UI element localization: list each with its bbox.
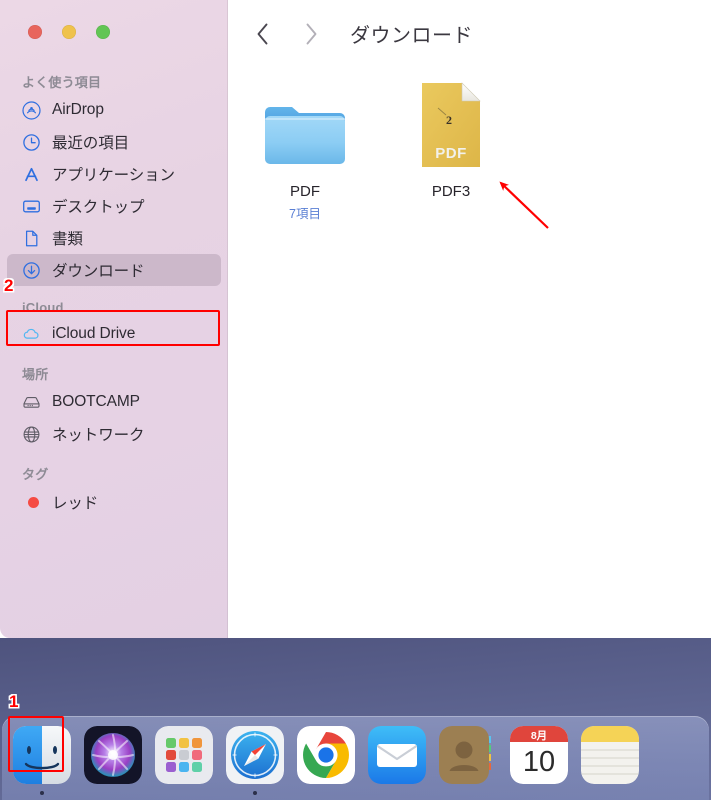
finder-sidebar: よく使う項目 AirDrop 最近の項目 アプリケーション デスクトップ 書類 …: [0, 0, 228, 638]
applications-icon: [22, 165, 41, 184]
clock-icon: [22, 133, 41, 152]
svg-text:PDF: PDF: [435, 145, 467, 162]
sidebar-item-applications[interactable]: アプリケーション: [7, 158, 221, 190]
sidebar-section-favorites-header: よく使う項目: [22, 75, 102, 90]
file-item-folder[interactable]: PDF 7項目: [244, 78, 366, 222]
desktop-icon: [22, 197, 41, 216]
sidebar-item-label: デスクトップ: [52, 199, 145, 216]
cloud-icon: [22, 325, 41, 344]
sidebar-item-label: 最近の項目: [52, 135, 130, 152]
sidebar-item-label: ダウンロード: [52, 263, 145, 280]
chrome-icon: [297, 726, 355, 784]
launchpad-icon: [155, 726, 213, 784]
contacts-icon: [439, 726, 497, 784]
minimize-button[interactable]: [62, 25, 76, 39]
sidebar-item-tag-red[interactable]: レッド: [7, 486, 221, 518]
dock-item-mail[interactable]: [365, 723, 429, 787]
finder-window: よく使う項目 AirDrop 最近の項目 アプリケーション デスクトップ 書類 …: [0, 0, 711, 638]
close-button[interactable]: [28, 25, 42, 39]
dock-item-safari[interactable]: [223, 723, 287, 795]
window-controls: [28, 25, 110, 39]
running-indicator: [40, 791, 44, 795]
svg-text:2: 2: [446, 113, 452, 127]
file-name: PDF: [290, 183, 320, 200]
notes-icon: [581, 726, 639, 784]
zoom-button[interactable]: [96, 25, 110, 39]
sidebar-item-label: レッド: [52, 495, 99, 512]
globe-icon: [22, 425, 41, 444]
dock: 8月 10: [2, 716, 709, 800]
sidebar-item-network[interactable]: ネットワーク: [7, 418, 221, 450]
dock-item-notes[interactable]: [578, 723, 642, 787]
running-indicator: [253, 791, 257, 795]
sidebar-list: よく使う項目 AirDrop 最近の項目 アプリケーション デスクトップ 書類 …: [0, 72, 228, 518]
pdf-file-icon: 2 PDF: [416, 78, 486, 170]
sidebar-item-label: 書類: [52, 231, 83, 248]
dock-item-contacts[interactable]: [436, 723, 500, 787]
dock-item-launchpad[interactable]: [152, 723, 216, 787]
dock-item-chrome[interactable]: [294, 723, 358, 787]
finder-content-pane: ダウンロード PDF 7項目 2 PDF PDF3: [228, 0, 711, 638]
sidebar-item-label: iCloud Drive: [52, 325, 136, 342]
airdrop-icon: [22, 100, 41, 120]
sidebar-item-desktop[interactable]: デスクトップ: [7, 190, 221, 222]
sidebar-section-locations-header: 場所: [22, 367, 49, 382]
sidebar-item-label: BOOTCAMP: [52, 393, 140, 410]
sidebar-item-label: AirDrop: [52, 101, 104, 118]
file-item-pdf3[interactable]: 2 PDF PDF3: [390, 78, 512, 222]
finder-toolbar: ダウンロード: [228, 0, 711, 68]
sidebar-item-icloud-drive[interactable]: iCloud Drive: [7, 318, 221, 350]
back-button[interactable]: [252, 18, 274, 50]
sidebar-section-tags-header: タグ: [22, 467, 49, 482]
calendar-month-text: 8月: [531, 730, 547, 742]
calendar-day-text: 10: [523, 746, 555, 778]
siri-icon: [84, 726, 142, 784]
finder-icon: [13, 726, 71, 784]
sidebar-item-label: アプリケーション: [52, 167, 175, 184]
document-icon: [22, 229, 41, 248]
navigation-buttons: [252, 18, 322, 50]
mail-icon: [368, 726, 426, 784]
sidebar-item-recents[interactable]: 最近の項目: [7, 126, 221, 158]
file-name: PDF3: [431, 183, 471, 200]
forward-button[interactable]: [300, 18, 322, 50]
dock-item-finder[interactable]: [10, 723, 74, 795]
sidebar-item-downloads[interactable]: ダウンロード: [7, 254, 221, 286]
red-tag-dot-icon: [22, 493, 41, 512]
safari-icon: [226, 726, 284, 784]
dock-item-siri[interactable]: [81, 723, 145, 787]
hard-drive-icon: [22, 393, 41, 412]
sidebar-item-label: ネットワーク: [52, 427, 145, 444]
file-grid: PDF 7項目 2 PDF PDF3: [228, 78, 711, 222]
sidebar-section-icloud-header: iCloud: [22, 300, 64, 315]
sidebar-item-bootcamp[interactable]: BOOTCAMP: [7, 386, 221, 418]
downloads-icon: [22, 261, 41, 280]
page-title: ダウンロード: [350, 25, 473, 47]
calendar-icon: 8月 10: [510, 726, 568, 784]
folder-icon: [261, 78, 349, 170]
sidebar-item-airdrop[interactable]: AirDrop: [7, 94, 221, 126]
file-subtitle: 7項目: [289, 207, 321, 221]
dock-item-calendar[interactable]: 8月 10: [507, 723, 571, 787]
sidebar-item-documents[interactable]: 書類: [7, 222, 221, 254]
